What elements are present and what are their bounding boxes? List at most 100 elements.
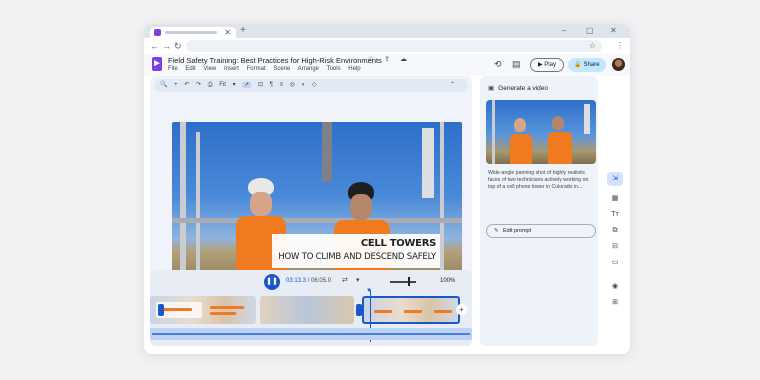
redo-icon[interactable]: ↷ <box>196 82 201 88</box>
collapse-toolbar-icon[interactable]: ⌃ <box>450 79 455 92</box>
zoom-chevron-icon[interactable]: ▾ <box>233 82 236 88</box>
clip-thumbnail[interactable] <box>150 296 256 324</box>
menu-help[interactable]: Help <box>348 66 360 72</box>
reload-icon[interactable]: ↻ <box>174 40 182 52</box>
shapes-icon[interactable]: ⧉ <box>607 224 623 238</box>
zoom-level: 100% <box>440 278 456 284</box>
media-icon[interactable]: ⊟ <box>607 240 623 254</box>
caption-title: CELL TOWERS <box>360 238 436 249</box>
clip-vest-mark <box>434 310 452 313</box>
panel-title-text: Generate a video <box>498 85 549 92</box>
pause-button[interactable]: ❚❚ <box>264 274 280 290</box>
generate-video-rail-icon[interactable]: ⇲ <box>607 172 623 186</box>
antenna-panel <box>422 128 434 198</box>
timeline-mode-chevron-icon[interactable]: ▾ <box>356 276 360 284</box>
generate-video-icon: ▣ <box>488 85 495 92</box>
antenna-panel <box>584 104 590 134</box>
shape-icon[interactable]: ◎ <box>290 82 295 88</box>
play-button[interactable]: ▶ Play <box>530 58 564 72</box>
menu-scene[interactable]: Scene <box>273 66 290 72</box>
face <box>552 116 564 130</box>
prompt-description: Wide-angle panning shot of highly realis… <box>488 170 589 190</box>
back-icon[interactable]: ← <box>150 40 159 52</box>
templates-icon[interactable]: ⊞ <box>607 296 623 310</box>
tower-pole <box>492 100 495 164</box>
playhead-marker-icon[interactable]: ▼ <box>366 288 372 294</box>
record-icon[interactable]: ◉ <box>607 280 623 294</box>
pencil-icon: ✎ <box>494 228 499 234</box>
timeline-mode-icon[interactable]: ⇄ <box>342 276 348 284</box>
tab-close-icon[interactable]: ✕ <box>224 27 231 38</box>
version-history-icon[interactable]: ⟲ <box>494 59 502 70</box>
timecode: 03:13.3 / 06:05.0 <box>286 278 331 284</box>
address-bar[interactable]: ☆ <box>186 40 602 52</box>
search-icon[interactable]: 🔍 <box>160 82 167 88</box>
align-icon[interactable]: ≡ <box>280 82 284 88</box>
tower-pole <box>180 122 186 288</box>
clip-vest-mark <box>374 310 392 313</box>
title-actions-icons[interactable]: ☆ ⇪ ☁ <box>368 55 411 63</box>
share-button[interactable]: 🔒 Share <box>568 58 606 72</box>
tab-favicon-icon <box>154 29 161 36</box>
border-icon[interactable]: ◇ <box>312 82 317 88</box>
tab-strip: ✕ + – ▢ ✕ <box>144 24 630 38</box>
zoom-slider[interactable] <box>390 281 416 283</box>
timeline-panel: ❚❚ 03:13.3 / 06:05.0 ⇄ ▾ 100% + ▼ <box>150 270 472 346</box>
browser-tab[interactable]: ✕ <box>150 27 236 38</box>
menu-format[interactable]: Format <box>247 66 266 72</box>
menu-view[interactable]: View <box>203 66 216 72</box>
app-header: ▶ Field Safety Training: Best Practices … <box>144 54 630 76</box>
clip-handle[interactable] <box>158 304 164 316</box>
menu-insert[interactable]: Insert <box>224 66 239 72</box>
generate-video-panel: ▣ Generate a video Wide-angle panning sho… <box>480 76 598 346</box>
generated-video-thumbnail[interactable] <box>486 100 596 164</box>
add-clip-button[interactable]: + <box>456 304 467 315</box>
tower-pole <box>440 122 444 288</box>
current-time: 03:13.3 <box>286 278 307 284</box>
folder-icon[interactable]: ▭ <box>607 256 623 270</box>
edit-prompt-button[interactable]: ✎ Edit prompt <box>486 224 596 238</box>
video-caption[interactable]: CELL TOWERS HOW TO CLIMB AND DESCEND SAF… <box>272 234 440 268</box>
tower-rail <box>172 218 462 223</box>
panel-title: ▣ Generate a video <box>488 84 548 92</box>
address-row: ← → ↻ ☆ ⋮ <box>144 38 630 54</box>
undo-icon[interactable]: ↶ <box>184 82 189 88</box>
maximize-icon[interactable]: ▢ <box>586 25 594 37</box>
document-title[interactable]: Field Safety Training: Best Practices fo… <box>168 56 382 65</box>
layouts-icon[interactable]: ▦ <box>607 192 623 206</box>
audio-track[interactable] <box>150 328 472 340</box>
video-preview[interactable]: CELL TOWERS HOW TO CLIMB AND DESCEND SAF… <box>172 122 462 288</box>
fill-color-icon[interactable]: ◐ <box>302 82 306 88</box>
menu-arrange[interactable]: Arrange <box>298 66 319 72</box>
clip-thumbnail[interactable] <box>260 296 354 324</box>
zoom-fit-select[interactable]: Fit <box>219 82 226 88</box>
face <box>250 192 272 216</box>
comments-icon[interactable]: ▤ <box>512 59 521 70</box>
new-tab-button[interactable]: + <box>240 25 246 37</box>
textbox-icon[interactable]: ⊡ <box>258 82 263 88</box>
clip-thumbnail-selected[interactable] <box>362 296 460 324</box>
minimize-icon[interactable]: – <box>562 25 566 37</box>
editor-toolbar: 🔍 + ↶ ↷ ⎙ Fit ▾ ➚ ⊡ ¶ ≡ ◎ ◐ ◇ ⌃ <box>154 79 468 92</box>
browser-window: ✕ + – ▢ ✕ ← → ↻ ☆ ⋮ ▶ Field Safety Train… <box>144 24 630 354</box>
caption-subtitle: HOW TO CLIMB AND DESCEND SAFELY <box>278 252 436 262</box>
clip-track: + <box>150 296 472 324</box>
select-tool-icon[interactable]: ➚ <box>242 82 252 88</box>
browser-menu-icon[interactable]: ⋮ <box>616 40 624 52</box>
close-window-icon[interactable]: ✕ <box>610 25 617 37</box>
side-rail: ⇲ ▦ Tт ⧉ ⊟ ▭ ◉ ⊞ <box>604 76 626 346</box>
text-icon[interactable]: Tт <box>607 208 623 222</box>
menu-tools[interactable]: Tools <box>327 66 341 72</box>
safety-vest <box>548 132 572 164</box>
menu-edit[interactable]: Edit <box>185 66 195 72</box>
zoom-slider-thumb[interactable] <box>408 277 410 286</box>
app-logo-icon[interactable]: ▶ <box>152 57 162 71</box>
tower-pole <box>196 132 200 288</box>
add-icon[interactable]: + <box>174 82 178 88</box>
bookmark-star-icon[interactable]: ☆ <box>589 40 596 52</box>
avatar[interactable] <box>612 58 625 71</box>
forward-icon[interactable]: → <box>162 40 171 52</box>
print-icon[interactable]: ⎙ <box>208 82 213 88</box>
menu-file[interactable]: File <box>168 66 178 72</box>
paint-format-icon[interactable]: ¶ <box>270 82 273 88</box>
